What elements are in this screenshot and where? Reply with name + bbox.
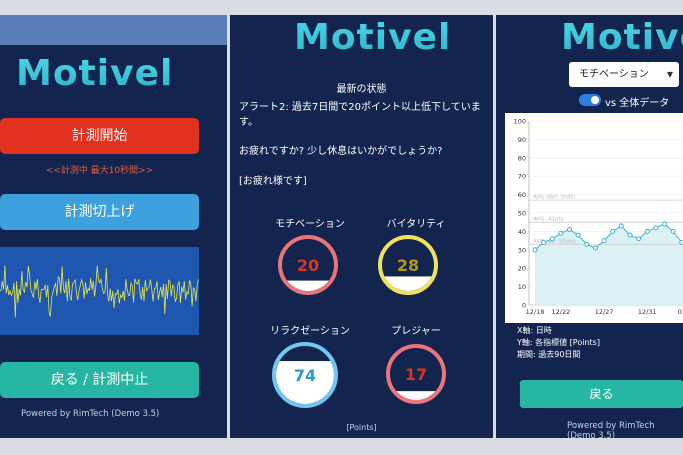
gauge-value: 28 (397, 256, 419, 275)
data-point (610, 228, 616, 234)
metric-select-value: モチベーション (579, 69, 649, 80)
app-logo: Motivel (561, 17, 683, 58)
compare-toggle[interactable] (579, 94, 601, 106)
metric-label-motivation: モチベーション (275, 219, 345, 230)
y-tick-label: 40 (518, 228, 526, 236)
y-tick-label: 20 (518, 265, 526, 273)
back-button[interactable]: 戻る (520, 380, 683, 408)
legend-period: 期間: 過去90日間 (517, 350, 581, 359)
rest-suggestion: お疲れですか? 少し休息はいかがでしょうか? (239, 146, 443, 157)
status-screen: Motivel 最新の状態 アラート2: 過去7日間で20ポイント以上低下してい… (230, 15, 493, 438)
waveform-display (0, 247, 199, 335)
data-point (670, 228, 676, 234)
reference-line-label: AVG: 41pts (533, 217, 564, 223)
metric-select[interactable]: モチベーション ▼ (569, 62, 679, 87)
y-tick-label: 100 (514, 118, 526, 126)
y-tick-label: 80 (518, 154, 526, 162)
gauge-svg: 28 (378, 235, 438, 295)
x-tick-label: 12/18 (526, 308, 545, 316)
y-tick-label: 60 (518, 191, 526, 199)
chevron-down-icon: ▼ (666, 70, 673, 79)
data-point (627, 232, 633, 238)
gauge-value: 20 (297, 256, 319, 275)
app-logo: Motivel (16, 53, 174, 94)
compare-toggle-label: vs 全体データ (605, 98, 670, 109)
data-point (653, 225, 659, 231)
data-point (601, 238, 607, 244)
legend-y-axis: Y軸: 各指標値 [Points] (517, 338, 600, 347)
waveform-graph (0, 265, 199, 318)
gauge-value: 74 (294, 366, 316, 385)
y-tick-label: 10 (518, 283, 526, 291)
back-stop-button[interactable]: 戻る / 計測中止 (0, 362, 199, 398)
metric-label-relaxation: リラクゼーション (270, 326, 350, 337)
metric-gauge-pleasure: 17 (385, 343, 447, 405)
history-chart: 0 10 20 30 40 50 60 70 80 90 100 AVG (Ref. Shift) AV… (505, 113, 683, 323)
data-point (662, 221, 667, 227)
waveform-line (0, 265, 199, 318)
powered-by: Powered by RimTech (Demo 3.5) (21, 409, 160, 419)
y-tick-label: 50 (518, 210, 526, 218)
history-chart-svg: 0102030405060708090100AVG (Ref. Shift)AV… (514, 118, 683, 316)
data-point (592, 245, 598, 251)
metric-label-vitality: バイタリティ (386, 219, 446, 230)
start-measure-button[interactable]: 計測開始 (0, 118, 199, 154)
legend-x-axis: X軸: 日時 (517, 326, 552, 335)
x-tick-label: 12/22 (552, 308, 571, 316)
powered-by: Powered by RimTech (Demo 3.5) (567, 421, 655, 438)
top-bar (0, 15, 227, 45)
y-tick-label: 30 (518, 246, 526, 254)
unit-label: [Points] (346, 423, 377, 432)
metric-gauge-vitality: 28 (377, 234, 439, 296)
x-tick-label: 12/27 (595, 308, 614, 316)
data-point (541, 239, 547, 245)
gauge-value: 17 (405, 365, 427, 384)
x-tick-label: 01 (678, 308, 683, 316)
gauge-svg: 74 (272, 342, 338, 408)
tired-message: [お疲れ様です] (239, 176, 307, 187)
x-tick-label: 12/31 (638, 308, 657, 316)
data-point (644, 228, 650, 234)
toggle-knob (591, 96, 599, 104)
gauge-svg: 17 (386, 344, 446, 404)
data-point (584, 241, 590, 247)
y-tick-label: 70 (518, 173, 526, 181)
finish-early-button[interactable]: 計測切上げ (0, 194, 199, 230)
data-point (567, 227, 573, 233)
reference-line-label: AVG (Ref. Shift) (533, 195, 575, 201)
data-point (575, 232, 581, 238)
metric-label-pleasure: プレジャー (391, 326, 441, 337)
data-point (636, 236, 642, 242)
data-point (558, 230, 564, 236)
metric-gauge-motivation: 20 (277, 234, 339, 296)
metric-gauge-relaxation: 74 (271, 341, 339, 409)
data-point (549, 236, 555, 242)
data-point (532, 247, 538, 253)
status-title: 最新の状態 (336, 84, 387, 95)
measure-screen: Motivel 計測開始 <<計測中 最大10秒間>> 計測切上げ 戻る / 計… (0, 15, 227, 438)
gauge-svg: 20 (278, 235, 338, 295)
y-tick-label: 90 (518, 136, 526, 144)
measure-note: <<計測中 最大10秒間>> (45, 166, 154, 176)
app-logo: Motivel (294, 17, 452, 58)
alert-message: アラート2: 過去7日間で20ポイント以上低下しています。 (239, 102, 481, 128)
data-point (618, 223, 624, 229)
history-screen: Motivel モチベーション ▼ vs 全体データ 0102030405060… (496, 15, 683, 438)
